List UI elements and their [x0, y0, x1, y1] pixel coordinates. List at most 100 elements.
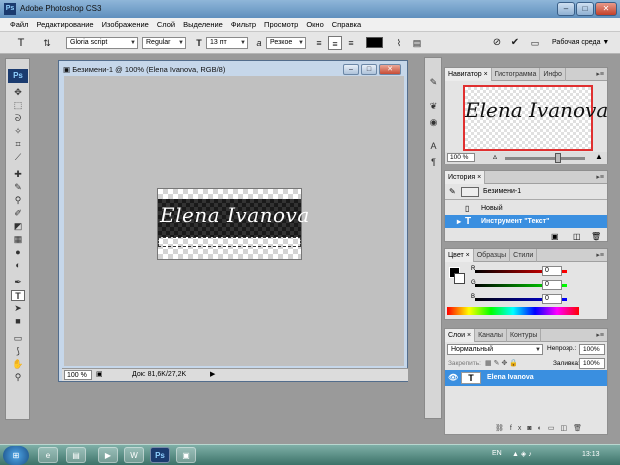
maximize-button[interactable]: □ [576, 2, 594, 16]
warp-text-icon[interactable]: ⌇ [392, 36, 406, 50]
trash-icon[interactable]: 🗑 [573, 425, 588, 432]
brushes-icon[interactable]: ❦ [427, 100, 440, 112]
blend-mode-select[interactable]: Нормальный ▼ [447, 344, 543, 355]
slice-tool-icon[interactable]: ⟋ [11, 152, 25, 163]
tab-info[interactable]: Инфо [540, 68, 566, 81]
menu-window[interactable]: Окно [302, 18, 327, 32]
fill-field[interactable]: 100% [579, 358, 605, 369]
new-group-icon[interactable]: ▭ [548, 425, 561, 432]
close-button[interactable]: ✕ [595, 2, 617, 16]
doc-minimize-button[interactable]: – [343, 64, 359, 75]
color-background-swatch[interactable] [454, 273, 465, 284]
doc-maximize-button[interactable]: □ [361, 64, 377, 75]
channel-b-value[interactable]: 0 [542, 294, 562, 304]
panel-menu-icon[interactable]: ▸≡ [596, 251, 604, 259]
history-brush-icon[interactable]: ✐ [11, 208, 25, 219]
zoom-in-icon[interactable]: ▲ [595, 152, 603, 161]
panel-menu-icon[interactable]: ▸≡ [596, 331, 604, 339]
hand-tool-icon[interactable]: ✋ [11, 359, 25, 370]
tool-presets-icon[interactable]: ✎ [427, 76, 440, 88]
tab-navigator[interactable]: Навигатор × [445, 68, 492, 81]
align-center-icon[interactable]: ≡ [328, 36, 342, 50]
status-menu-icon[interactable]: ▣ [96, 370, 103, 378]
media-player-icon[interactable]: ▶ [98, 447, 118, 463]
zoom-tool-icon[interactable]: ⚲ [11, 372, 25, 383]
navigator-zoom-field[interactable]: 100 % [447, 153, 475, 162]
menu-select[interactable]: Выделение [179, 18, 227, 32]
menu-layer[interactable]: Слой [153, 18, 179, 32]
align-left-icon[interactable]: ≡ [312, 36, 326, 50]
brush-tool-icon[interactable]: ✎ [11, 182, 25, 193]
doc-close-button[interactable]: ✕ [379, 64, 401, 75]
eye-icon[interactable]: 👁 [448, 370, 458, 386]
rectangle-tool-icon[interactable]: ■ [11, 316, 25, 327]
ie-icon[interactable]: e [38, 447, 58, 463]
character-icon[interactable]: A [427, 140, 440, 152]
cancel-icon[interactable]: ⊘ [490, 36, 504, 50]
zoom-field[interactable]: 100 % [64, 370, 92, 380]
eraser-tool-icon[interactable]: ◩ [11, 221, 25, 232]
navigator-zoom-slider[interactable] [505, 157, 585, 160]
status-arrow-icon[interactable]: ▶ [210, 370, 215, 378]
adjustment-layer-icon[interactable]: ◐ [538, 425, 548, 432]
language-indicator[interactable]: EN [492, 450, 502, 457]
app-taskbar-icon[interactable]: ▣ [176, 447, 196, 463]
zoom-slider-knob[interactable] [554, 153, 561, 163]
menu-image[interactable]: Изображение [98, 18, 153, 32]
text-orientation-icon[interactable]: ⇅ [40, 36, 54, 50]
new-document-from-state-icon[interactable]: ▣ [551, 232, 559, 241]
channel-g-value[interactable]: 0 [542, 280, 562, 290]
trash-icon[interactable]: 🗑 [591, 232, 601, 241]
tray-icons[interactable]: ▲ ◈ ♪ [512, 450, 532, 458]
magic-wand-icon[interactable]: ✧ [11, 126, 25, 137]
font-size-select[interactable]: 13 пт ▼ [206, 37, 248, 49]
history-snapshot[interactable]: ✎ Безимени-1 [445, 185, 607, 198]
antialias-select[interactable]: Резкое ▼ [266, 37, 306, 49]
tab-styles[interactable]: Стили [510, 249, 538, 262]
new-snapshot-icon[interactable]: ◫ [573, 232, 581, 241]
minimize-button[interactable]: – [557, 2, 575, 16]
tab-swatches[interactable]: Образцы [474, 249, 511, 262]
clone-stamp-icon[interactable]: ⚲ [11, 195, 25, 206]
history-item-selected[interactable]: ▸ T Инструмент "Текст" [445, 215, 607, 228]
workspace-icon[interactable]: ▭ [528, 36, 542, 50]
crop-tool-icon[interactable]: ⌗ [11, 139, 25, 150]
photoshop-taskbar-icon[interactable]: Ps [150, 447, 170, 463]
marquee-tool-icon[interactable]: ⬚ [11, 100, 25, 111]
channel-r-value[interactable]: 0 [542, 266, 562, 276]
start-button[interactable]: ⊞ [3, 446, 29, 465]
paragraph-icon[interactable]: ¶ [427, 156, 440, 168]
layer-mask-icon[interactable]: ◙ [527, 425, 537, 432]
explorer-icon[interactable]: ▤ [66, 447, 86, 463]
type-tool-icon[interactable]: T [11, 290, 25, 301]
tab-histogram[interactable]: Гистограмма [492, 68, 541, 81]
new-layer-icon[interactable]: ◫ [560, 425, 573, 432]
tab-channels[interactable]: Каналы [475, 329, 507, 342]
dodge-tool-icon[interactable]: ◐ [11, 260, 25, 271]
pen-tool-icon[interactable]: ✒ [11, 277, 25, 288]
history-item[interactable]: ▯ Новый [445, 202, 607, 215]
layer-style-icon[interactable]: fx [510, 425, 527, 432]
workspace-menu[interactable]: Рабочая среда ▼ [552, 39, 609, 46]
word-icon[interactable]: W [124, 447, 144, 463]
color-spectrum-bar[interactable] [447, 307, 579, 315]
gradient-tool-icon[interactable]: ▦ [11, 234, 25, 245]
font-style-select[interactable]: Regular ▼ [142, 37, 186, 49]
blur-tool-icon[interactable]: ● [11, 247, 25, 258]
zoom-out-icon[interactable]: ▵ [493, 152, 497, 161]
menu-edit[interactable]: Редактирование [32, 18, 97, 32]
lock-transparency-icon[interactable]: ▦ [485, 360, 494, 367]
notes-tool-icon[interactable]: ▭ [11, 333, 25, 344]
clock[interactable]: 13:13 [582, 451, 600, 458]
tab-color[interactable]: Цвет × [445, 249, 474, 262]
tab-history[interactable]: История × [445, 171, 486, 184]
tab-paths[interactable]: Контуры [507, 329, 542, 342]
lock-all-icon[interactable]: 🔒 [509, 360, 520, 367]
healing-brush-icon[interactable]: ✚ [11, 169, 25, 180]
text-color-swatch[interactable] [366, 37, 383, 48]
menu-help[interactable]: Справка [328, 18, 365, 32]
character-panel-icon[interactable]: ▤ [410, 36, 424, 50]
move-tool-icon[interactable]: ✥ [11, 87, 25, 98]
lasso-tool-icon[interactable]: ᘐ [11, 113, 25, 124]
menu-file[interactable]: Файл [6, 18, 32, 32]
